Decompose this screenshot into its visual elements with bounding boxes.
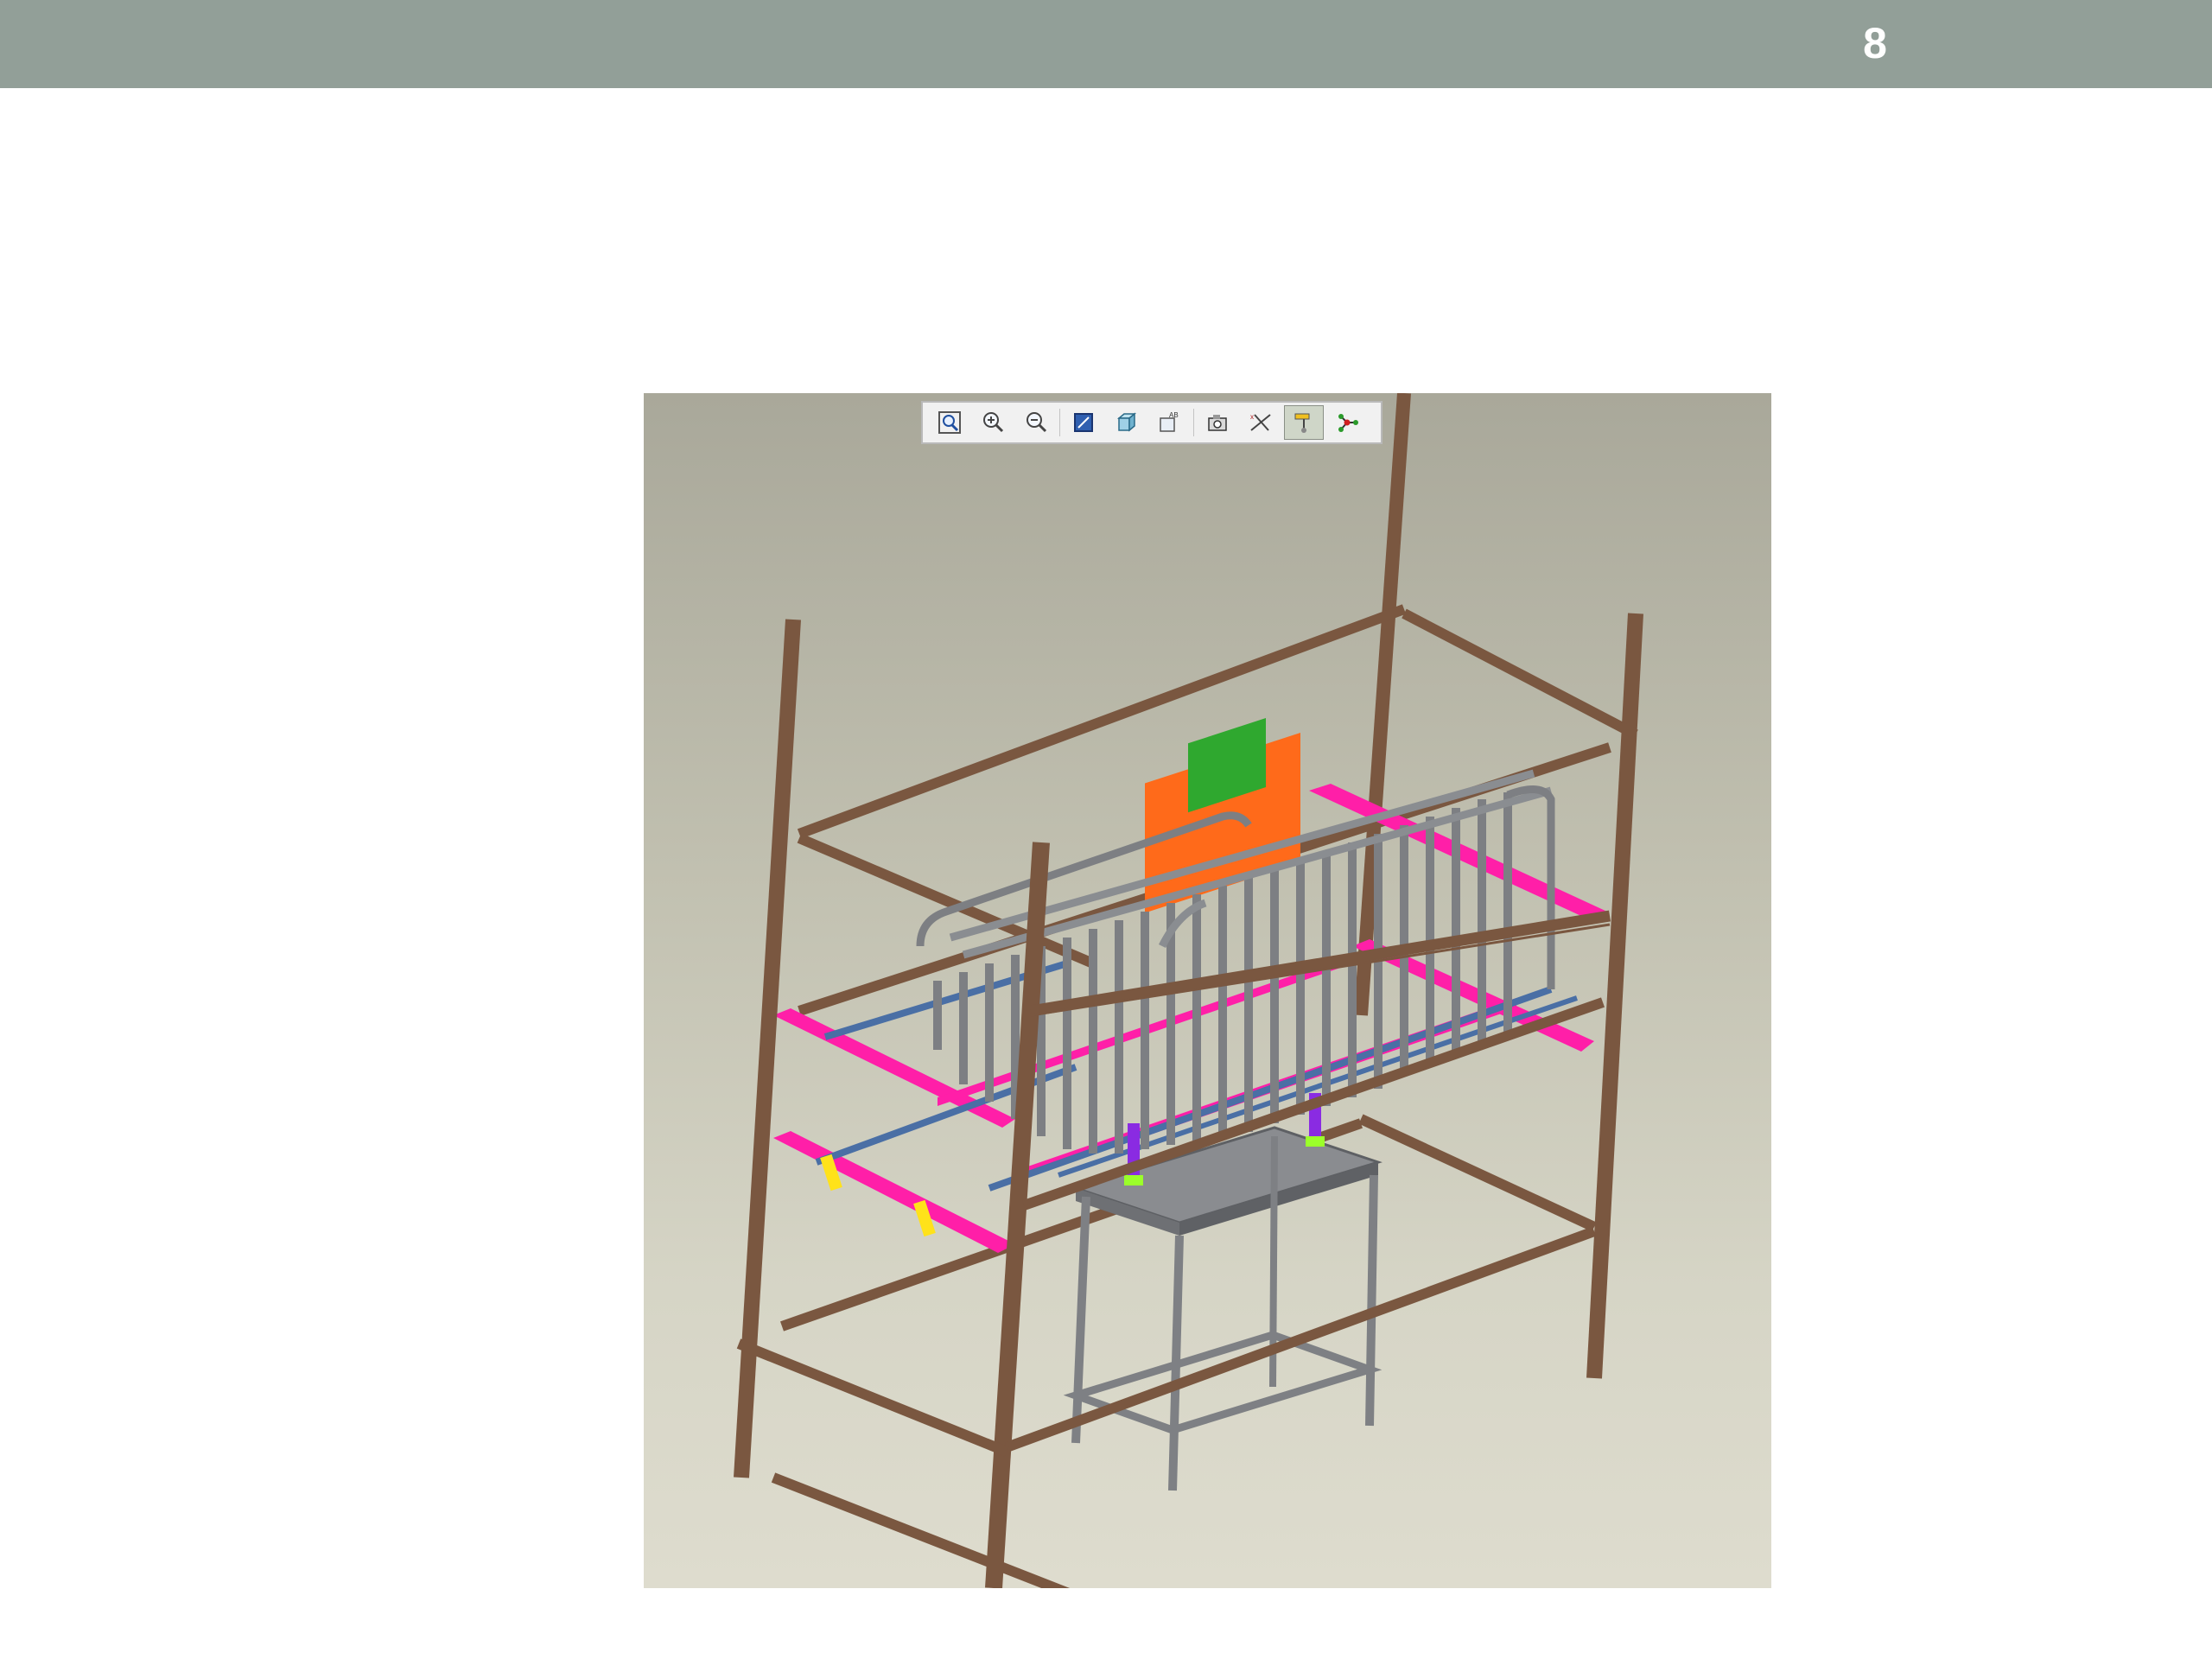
frame-beam — [1402, 608, 1638, 740]
cad-3d-viewport[interactable]: AB x — [644, 393, 1771, 1588]
spin-center-icon[interactable] — [1327, 405, 1367, 440]
svg-text:AB: AB — [1169, 411, 1179, 419]
table-leg — [1071, 1196, 1090, 1444]
frame-beam — [797, 604, 1407, 839]
display-style-icon[interactable] — [1107, 405, 1147, 440]
magenta-rail — [773, 1131, 1015, 1253]
table-bottom-frame — [1063, 1331, 1382, 1434]
lime-bracket — [1124, 1175, 1143, 1185]
lime-bracket — [1306, 1136, 1325, 1147]
zoom-fit-icon[interactable] — [930, 405, 969, 440]
table-leg — [1365, 1174, 1378, 1427]
slide-header-bar: 8 — [0, 0, 2212, 88]
magenta-rail — [773, 1008, 1015, 1128]
annotation-display-icon[interactable] — [1284, 405, 1324, 440]
repaint-icon[interactable] — [1064, 405, 1103, 440]
toolbar-separator — [1059, 409, 1060, 436]
frame-beam — [797, 833, 1096, 969]
csys-display-icon[interactable]: x — [1241, 405, 1281, 440]
slide-number: 8 — [1863, 19, 1887, 67]
frame-beam — [771, 1472, 1071, 1588]
frame-beam — [736, 1338, 1009, 1457]
datum-display-icon[interactable] — [1198, 405, 1237, 440]
cad-view-toolbar: AB x — [921, 401, 1382, 444]
zoom-out-icon[interactable] — [1016, 405, 1056, 440]
toolbar-separator — [1193, 409, 1194, 436]
zoom-in-icon[interactable] — [973, 405, 1013, 440]
frame-beam — [1358, 1114, 1597, 1232]
frame-post-front — [985, 842, 1050, 1588]
saved-views-icon[interactable]: AB — [1150, 405, 1190, 440]
frame-beam — [1004, 1226, 1597, 1452]
svg-text:x: x — [1250, 413, 1254, 421]
cad-model-render[interactable] — [644, 393, 1771, 1588]
